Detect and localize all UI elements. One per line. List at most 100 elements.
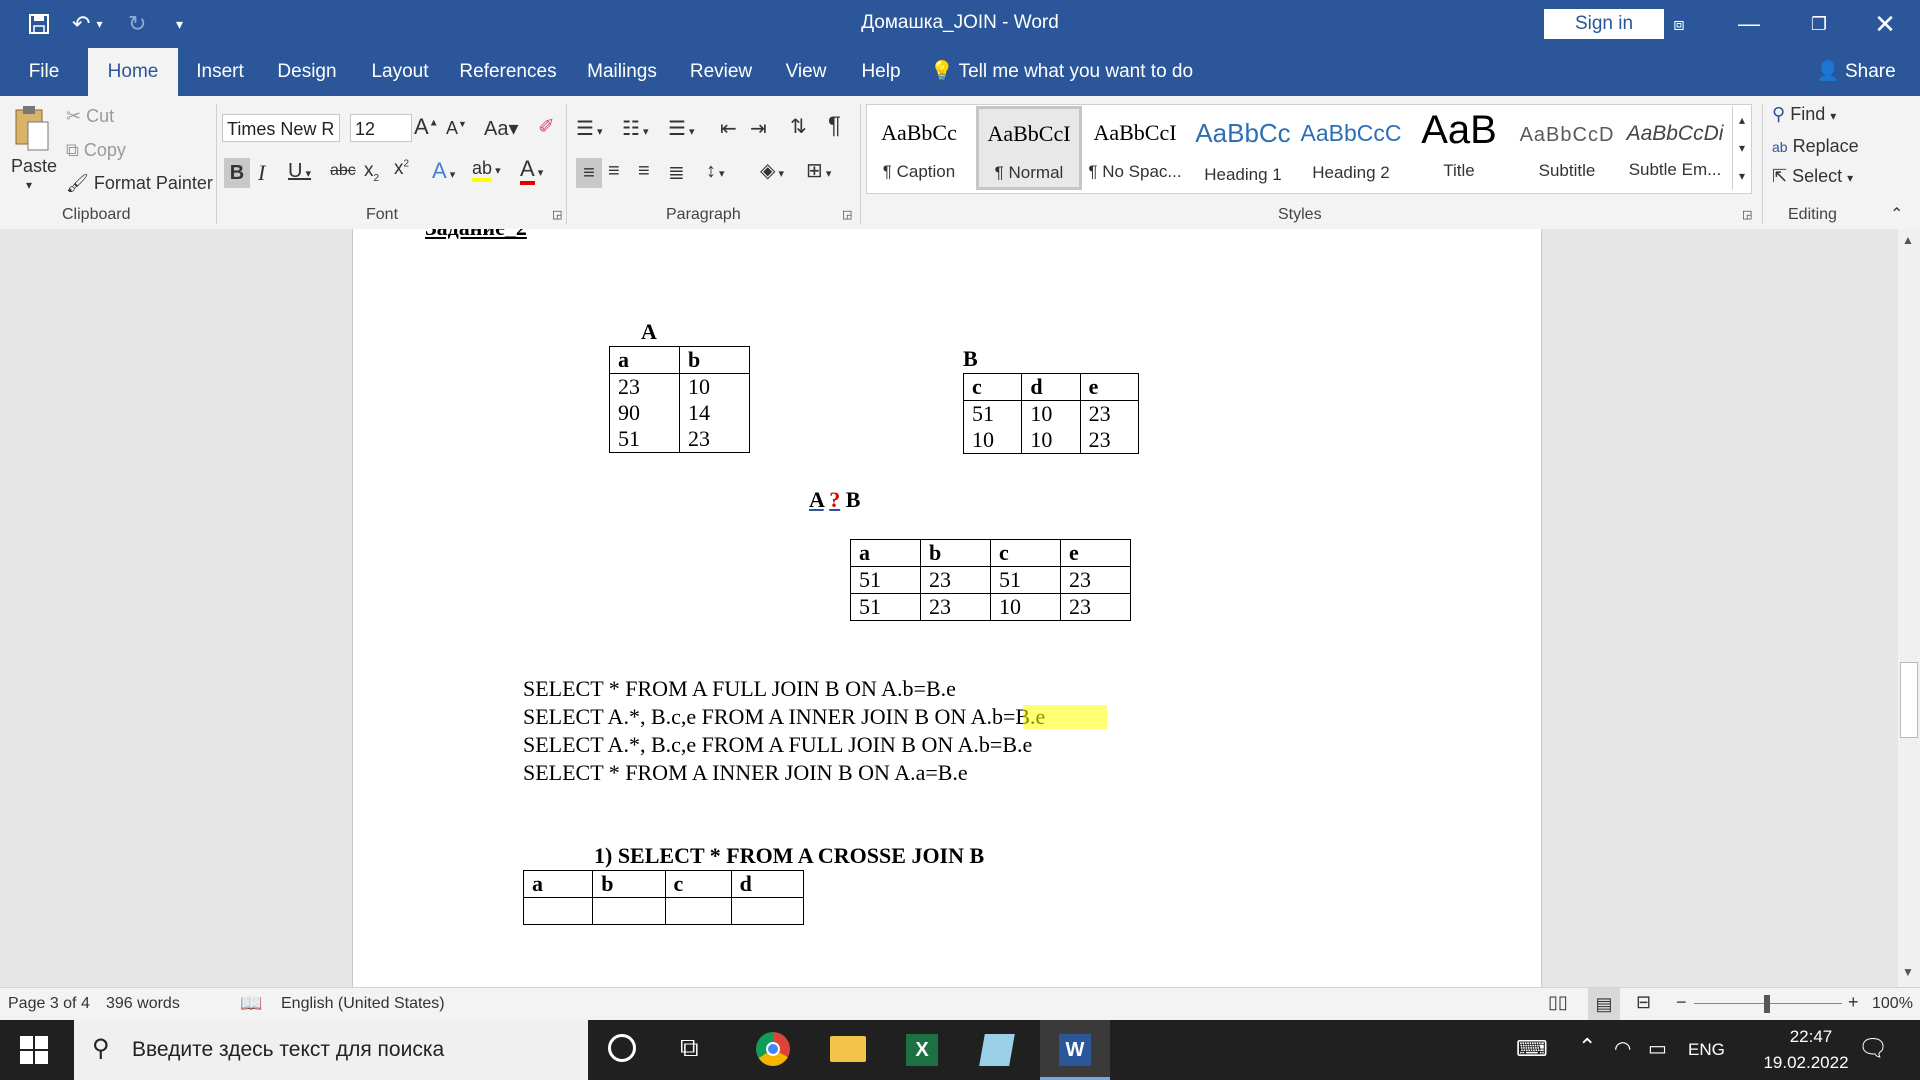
undo-icon[interactable]: ↶ ▾ <box>72 0 102 48</box>
styles-more-icon[interactable]: ▾ <box>1732 162 1751 190</box>
print-layout-icon[interactable]: ▤ <box>1588 988 1620 1020</box>
cut-button[interactable]: ✂ Cut <box>66 106 114 127</box>
tab-file[interactable]: File <box>18 48 70 96</box>
word-count[interactable]: 396 words <box>106 995 180 1013</box>
multilevel-list-icon[interactable]: ☰ ▾ <box>668 116 695 141</box>
align-center-icon[interactable]: ≡ <box>608 160 620 183</box>
font-size-select[interactable]: 12 <box>350 114 412 142</box>
customize-qat-icon[interactable]: ▾ <box>176 0 183 48</box>
tab-design[interactable]: Design <box>270 48 344 96</box>
zoom-slider-thumb[interactable] <box>1764 995 1770 1013</box>
page-count[interactable]: Page 3 of 4 <box>8 995 90 1013</box>
restore-button[interactable]: ❐ <box>1784 0 1854 48</box>
numbering-icon[interactable]: ☷ ▾ <box>622 116 649 141</box>
ribbon-display-options-icon[interactable]: ⧈ <box>1644 0 1714 48</box>
clock-date[interactable]: 19.02.2022 <box>1744 1053 1868 1073</box>
strikethrough-button[interactable]: abc <box>330 162 356 180</box>
bold-button[interactable]: B <box>224 158 250 188</box>
style-title[interactable]: AaB Title <box>1406 106 1512 190</box>
style-no-spacing[interactable]: AaBbCcI ¶ No Spac... <box>1082 106 1188 190</box>
show-hidden-icons[interactable]: ⌃ <box>1578 1034 1596 1060</box>
document-page[interactable]: Задание_2 A ab 2310 9014 5123 B cde 5110… <box>352 229 1542 987</box>
style-subtle-emphasis[interactable]: AaBbCcDi Subtle Em... <box>1622 106 1728 190</box>
file-explorer-icon[interactable] <box>830 1036 866 1062</box>
underline-button[interactable]: U ▾ <box>288 160 311 183</box>
font-color-icon[interactable]: A ▾ <box>520 156 543 185</box>
borders-icon[interactable]: ⊞ ▾ <box>806 158 831 183</box>
tab-review[interactable]: Review <box>686 48 756 96</box>
font-dialog-launcher-icon[interactable]: ◲ <box>552 208 562 221</box>
text-effects-icon[interactable]: A ▾ <box>432 158 455 184</box>
grow-font-icon[interactable]: A▲ <box>414 114 439 140</box>
battery-icon[interactable]: ▭ <box>1648 1036 1667 1061</box>
cortana-icon[interactable] <box>608 1034 636 1062</box>
copy-button[interactable]: ⧉ Copy <box>66 140 126 161</box>
read-mode-icon[interactable]: ▯▯ <box>1548 992 1568 1013</box>
proofing-icon[interactable]: 📖 <box>240 993 262 1014</box>
align-left-icon[interactable]: ≡ <box>576 158 602 188</box>
excel-icon[interactable]: X <box>906 1034 938 1066</box>
paragraph-dialog-launcher-icon[interactable]: ◲ <box>842 208 852 221</box>
justify-icon[interactable]: ≣ <box>668 160 685 185</box>
style-subtitle[interactable]: AaBbCcD Subtitle <box>1514 106 1620 190</box>
tab-layout[interactable]: Layout <box>366 48 434 96</box>
task-view-icon[interactable]: ⧉ <box>680 1032 699 1064</box>
format-painter-button[interactable]: 🖌 Format Painter <box>66 173 213 194</box>
redo-icon[interactable]: ↻ <box>128 0 146 48</box>
italic-button[interactable]: I <box>258 160 265 186</box>
zoom-in-icon[interactable]: + <box>1848 992 1859 1013</box>
paste-button[interactable] <box>10 104 54 160</box>
styles-dialog-launcher-icon[interactable]: ◲ <box>1742 208 1752 221</box>
tab-mailings[interactable]: Mailings <box>580 48 664 96</box>
app-icon[interactable] <box>979 1034 1015 1066</box>
style-normal[interactable]: AaBbCcI ¶ Normal <box>976 106 1082 190</box>
select-button[interactable]: ⇱ Select ▾ <box>1772 166 1853 187</box>
share-button[interactable]: 👤 Share <box>1816 48 1906 96</box>
language-indicator[interactable]: English (United States) <box>281 995 445 1013</box>
taskbar-search-box[interactable]: ⚲ Введите здесь текст для поиска <box>74 1020 588 1080</box>
increase-indent-icon[interactable]: ⇥ <box>750 116 767 141</box>
line-spacing-icon[interactable]: ↕ ▾ <box>706 160 725 183</box>
show-formatting-marks-icon[interactable]: ¶ <box>828 112 841 140</box>
replace-button[interactable]: ab Replace <box>1772 136 1859 157</box>
superscript-button[interactable]: x2 <box>394 158 409 180</box>
tab-view[interactable]: View <box>778 48 834 96</box>
collapse-ribbon-icon[interactable]: ⌃ <box>1890 204 1903 224</box>
windows-start-icon[interactable] <box>20 1036 48 1064</box>
zoom-level[interactable]: 100% <box>1872 995 1913 1013</box>
styles-scroll-up-icon[interactable]: ▴ <box>1732 106 1751 134</box>
shrink-font-icon[interactable]: A▼ <box>446 118 467 139</box>
word-taskbar-button[interactable]: W <box>1040 1020 1110 1080</box>
clock-time[interactable]: 22:47 <box>1756 1027 1866 1047</box>
align-right-icon[interactable]: ≡ <box>638 160 650 183</box>
decrease-indent-icon[interactable]: ⇤ <box>720 116 737 141</box>
scroll-up-icon[interactable]: ▲ <box>1902 233 1914 247</box>
sort-icon[interactable]: ⇅ <box>790 114 807 139</box>
highlight-color-icon[interactable]: ab ▾ <box>472 158 501 182</box>
chrome-icon[interactable] <box>756 1032 790 1066</box>
vertical-scrollbar[interactable]: ▲ ▼ <box>1898 229 1920 987</box>
web-layout-icon[interactable]: ⊟ <box>1636 992 1651 1013</box>
input-language[interactable]: ENG <box>1688 1040 1725 1060</box>
find-button[interactable]: ⚲ Find ▾ <box>1772 104 1836 125</box>
clear-formatting-icon[interactable]: ✐ <box>538 114 555 139</box>
scrollbar-thumb[interactable] <box>1900 662 1918 738</box>
tab-references[interactable]: References <box>458 48 558 96</box>
close-button[interactable]: ✕ <box>1850 0 1920 48</box>
scroll-down-icon[interactable]: ▼ <box>1902 965 1914 979</box>
save-icon[interactable] <box>28 0 50 48</box>
change-case-button[interactable]: Aa▾ <box>484 116 519 141</box>
subscript-button[interactable]: x2 <box>364 160 379 184</box>
style-heading-2[interactable]: AaBbCcC Heading 2 <box>1298 106 1404 190</box>
style-heading-1[interactable]: AaBbCc Heading 1 <box>1190 106 1296 190</box>
wifi-icon[interactable]: ◠ <box>1614 1036 1631 1061</box>
shading-icon[interactable]: ◈ ▾ <box>760 158 784 183</box>
font-family-select[interactable]: Times New R <box>222 114 340 142</box>
keyboard-layout-icon[interactable]: ⌨ <box>1516 1036 1548 1062</box>
tab-home[interactable]: Home <box>88 48 178 96</box>
zoom-out-icon[interactable]: − <box>1676 992 1687 1013</box>
bullets-icon[interactable]: ☰ ▾ <box>576 116 603 141</box>
minimize-button[interactable]: — <box>1714 0 1784 48</box>
tell-me-search[interactable]: 💡 Tell me what you want to do <box>930 48 1200 96</box>
tab-help[interactable]: Help <box>856 48 906 96</box>
